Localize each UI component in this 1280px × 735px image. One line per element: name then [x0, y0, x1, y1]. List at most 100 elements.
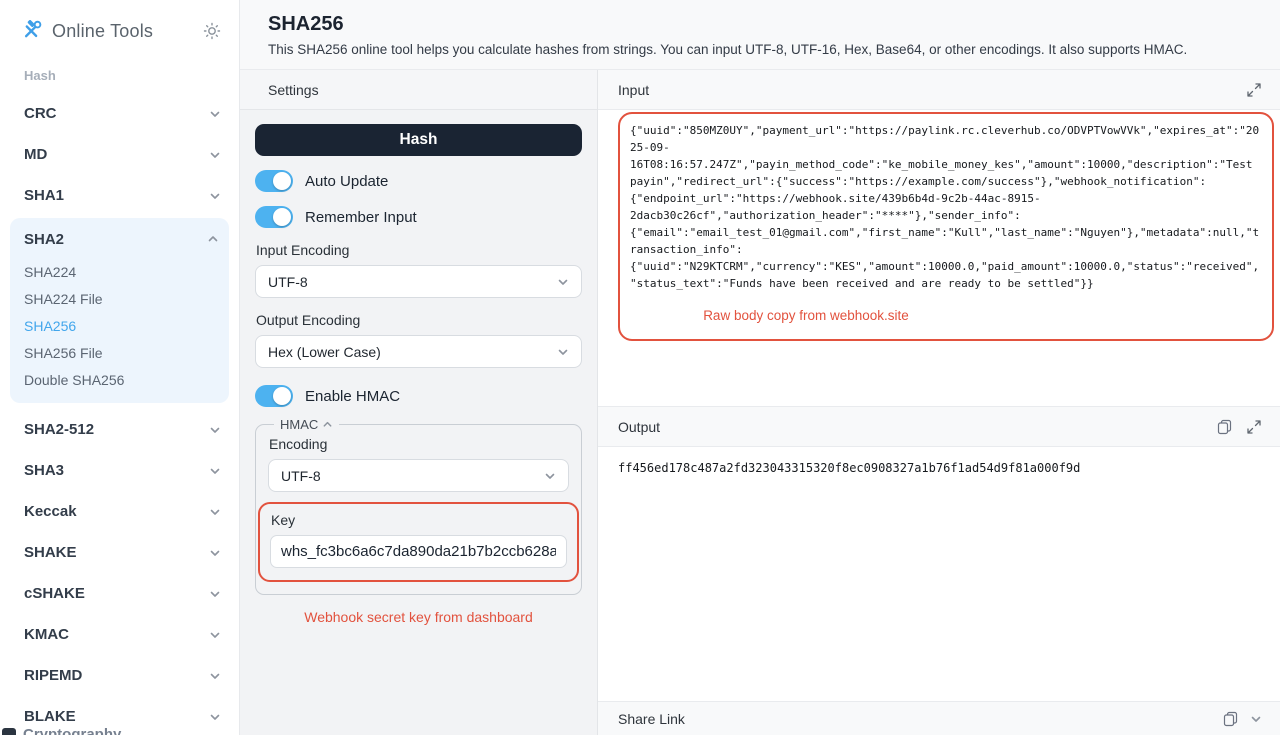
output-hash-value: ff456ed178c487a2fd323043315320f8ec090832… [618, 461, 1260, 475]
sidebar-item-sha256[interactable]: SHA256 [10, 312, 229, 339]
output-body: ff456ed178c487a2fd323043315320f8ec090832… [598, 447, 1280, 701]
sidebar-item-sha256-file[interactable]: SHA256 File [10, 339, 229, 366]
chevron-down-icon [209, 190, 221, 202]
main-area: SHA256 This SHA256 online tool helps you… [240, 0, 1280, 735]
sidebar: Online Tools Hash CRC MD SHA1 [0, 0, 240, 735]
chevron-down-icon [557, 346, 569, 358]
remember-input-label: Remember Input [305, 209, 417, 226]
hash-button[interactable]: Hash [255, 124, 582, 156]
sidebar-item-keccak[interactable]: Keccak [0, 491, 239, 532]
input-panel-title: Input [618, 82, 649, 98]
sidebar-item-ripemd[interactable]: RIPEMD [0, 655, 239, 696]
page-description: This SHA256 online tool helps you calcul… [268, 42, 1252, 57]
input-textarea[interactable]: {"uuid":"850MZ0UY","payment_url":"https:… [630, 122, 1262, 292]
sidebar-item-label: SHAKE [24, 544, 77, 561]
share-link-title: Share Link [618, 711, 685, 727]
sidebar-item-label: MD [24, 146, 47, 163]
cryptography-section: Cryptography [0, 726, 121, 735]
sidebar-item-sha2[interactable]: SHA2 [10, 220, 229, 258]
input-encoding-label: Input Encoding [256, 242, 582, 258]
input-body: {"uuid":"850MZ0UY","payment_url":"https:… [598, 110, 1280, 406]
remember-input-toggle[interactable] [255, 206, 293, 228]
theme-toggle-sun-icon[interactable] [203, 22, 221, 40]
share-expand-chevron-icon[interactable] [1250, 713, 1262, 725]
sidebar-group-sha2: SHA2 SHA224 SHA224 File SHA256 SHA256 Fi… [10, 218, 229, 403]
sidebar-item-cshake[interactable]: cSHAKE [0, 573, 239, 614]
auto-update-toggle[interactable] [255, 170, 293, 192]
settings-panel: Settings Hash Auto Update Remember Input… [240, 70, 598, 735]
chevron-down-icon [1250, 713, 1262, 725]
hmac-key-label: Key [271, 512, 567, 528]
hmac-encoding-select[interactable]: UTF-8 [268, 459, 569, 492]
sidebar-item-double-sha256[interactable]: Double SHA256 [10, 366, 229, 393]
input-annotation-box: {"uuid":"850MZ0UY","payment_url":"https:… [618, 112, 1274, 341]
sidebar-item-sha224[interactable]: SHA224 [10, 258, 229, 285]
cryptography-icon [2, 728, 16, 735]
input-encoding-select[interactable]: UTF-8 [255, 265, 582, 298]
sidebar-item-label: SHA3 [24, 462, 64, 479]
input-encoding-value: UTF-8 [268, 274, 308, 290]
input-expand-icon[interactable] [1246, 82, 1262, 98]
sidebar-item-label: RIPEMD [24, 667, 82, 684]
chevron-up-icon [207, 233, 219, 245]
output-encoding-select[interactable]: Hex (Lower Case) [255, 335, 582, 368]
hmac-key-annotation-box: Key [258, 502, 579, 582]
output-encoding-label: Output Encoding [256, 312, 582, 328]
hmac-legend[interactable]: HMAC [274, 417, 339, 432]
output-encoding-value: Hex (Lower Case) [268, 344, 381, 360]
chevron-down-icon [209, 629, 221, 641]
sidebar-item-label: KMAC [24, 626, 69, 643]
tools-logo-icon [20, 20, 42, 42]
sidebar-item-label: SHA1 [24, 187, 64, 204]
sidebar-item-label: BLAKE [24, 708, 76, 725]
share-link-bar: Share Link [598, 701, 1280, 735]
enable-hmac-label: Enable HMAC [305, 388, 400, 405]
toggle-knob [273, 208, 291, 226]
app-root: Online Tools Hash CRC MD SHA1 [0, 0, 1280, 735]
page-header: SHA256 This SHA256 online tool helps you… [240, 0, 1280, 70]
output-copy-icon[interactable] [1217, 419, 1232, 435]
sidebar-item-shake[interactable]: SHAKE [0, 532, 239, 573]
hmac-encoding-label: Encoding [269, 436, 569, 452]
sidebar-item-label: Keccak [24, 503, 77, 520]
sidebar-item-sha3[interactable]: SHA3 [0, 450, 239, 491]
chevron-down-icon [209, 149, 221, 161]
logo-row: Online Tools [0, 0, 239, 42]
chevron-down-icon [209, 711, 221, 723]
sidebar-item-label: cSHAKE [24, 585, 85, 602]
enable-hmac-toggle[interactable] [255, 385, 293, 407]
hmac-legend-label: HMAC [280, 417, 318, 432]
chevron-down-icon [209, 547, 221, 559]
hmac-fieldset: HMAC Encoding UTF-8 Key [255, 417, 582, 595]
sidebar-item-crc[interactable]: CRC [0, 93, 239, 134]
hmac-key-input[interactable] [270, 535, 567, 568]
chevron-up-icon [322, 419, 333, 430]
chevron-down-icon [209, 424, 221, 436]
sidebar-item-sha2-512[interactable]: SHA2-512 [0, 409, 239, 450]
cryptography-section-label: Cryptography [23, 726, 121, 735]
chevron-down-icon [557, 276, 569, 288]
input-panel-header: Input [598, 70, 1280, 110]
chevron-down-icon [209, 108, 221, 120]
sidebar-nav: CRC MD SHA1 SHA2 SHA224 SHA224 File SHA2… [0, 93, 239, 735]
sidebar-item-label: CRC [24, 105, 57, 122]
chevron-down-icon [209, 588, 221, 600]
sidebar-item-sha1[interactable]: SHA1 [0, 175, 239, 216]
sidebar-item-md[interactable]: MD [0, 134, 239, 175]
share-copy-icon[interactable] [1223, 711, 1238, 727]
settings-panel-header: Settings [240, 70, 597, 110]
output-panel-header: Output [598, 406, 1280, 447]
io-panel: Input {"uuid":"850MZ0UY","payment_url":"… [598, 70, 1280, 735]
chevron-down-icon [209, 670, 221, 682]
app-title: Online Tools [52, 21, 153, 42]
chevron-down-icon [544, 470, 556, 482]
output-expand-icon[interactable] [1246, 419, 1262, 435]
sidebar-item-label: SHA2 [24, 231, 64, 248]
input-annotation-text: Raw body copy from webhook.site [630, 308, 1262, 323]
toggle-knob [273, 172, 291, 190]
toggle-knob [273, 387, 291, 405]
sidebar-item-sha224-file[interactable]: SHA224 File [10, 285, 229, 312]
sidebar-item-kmac[interactable]: KMAC [0, 614, 239, 655]
chevron-down-icon [209, 506, 221, 518]
hmac-encoding-value: UTF-8 [281, 468, 321, 484]
